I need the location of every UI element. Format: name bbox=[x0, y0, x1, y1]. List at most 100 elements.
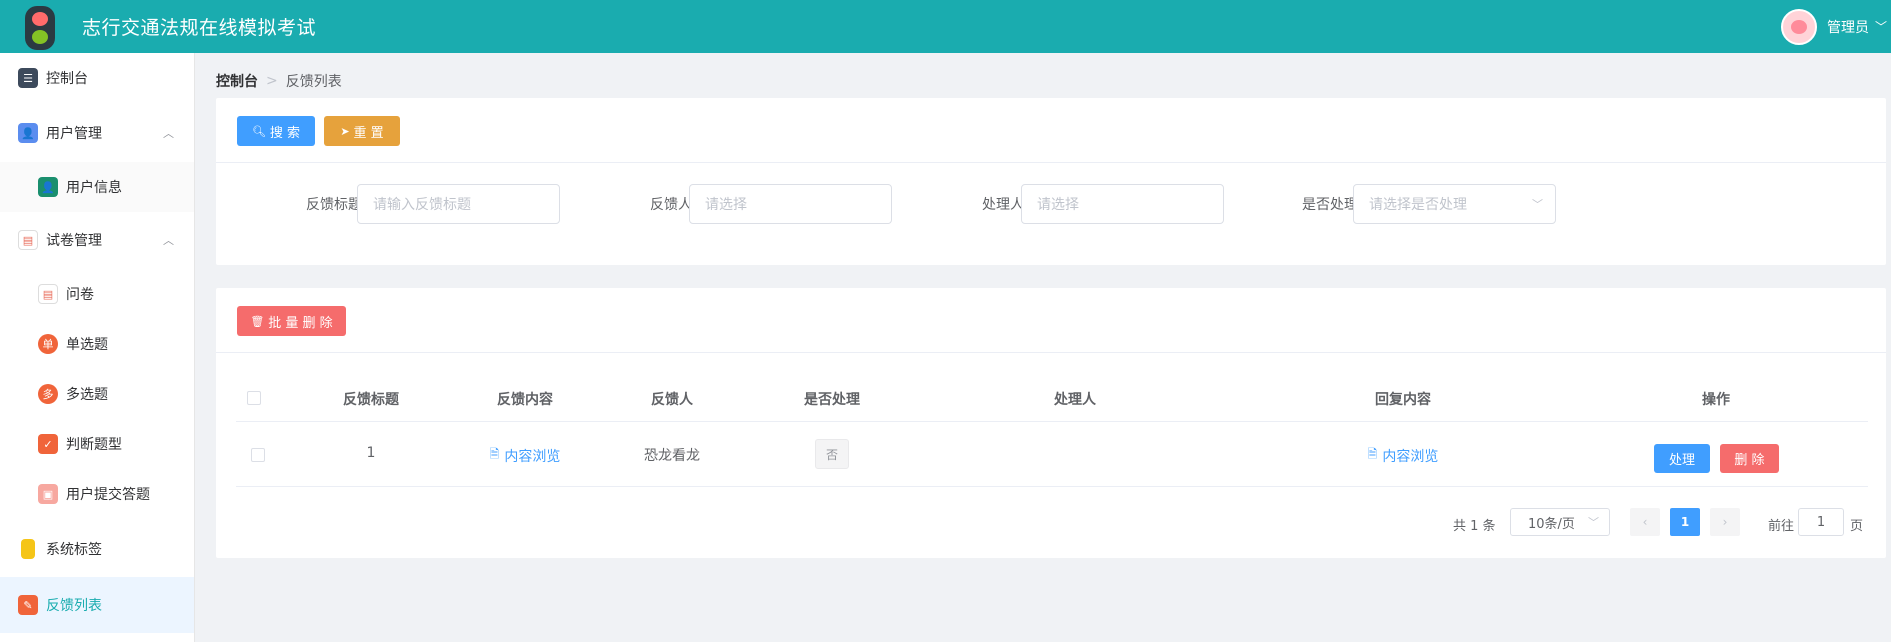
handled-status-label: 是否处理 bbox=[1302, 197, 1358, 213]
status-badge: 否 bbox=[815, 439, 849, 469]
row-checkbox[interactable] bbox=[251, 448, 265, 462]
sidebar-item-label: 多选题 bbox=[66, 387, 108, 403]
process-button[interactable]: 处理 bbox=[1654, 444, 1710, 473]
traffic-light-logo-icon bbox=[24, 5, 56, 50]
prev-page-button[interactable]: ‹ bbox=[1630, 508, 1660, 536]
submitter-select[interactable]: 请选择 bbox=[689, 184, 892, 224]
handled-status-select[interactable]: 请选择是否处理 ﹀ bbox=[1353, 184, 1556, 224]
sidebar-item-label: 问卷 bbox=[66, 287, 94, 303]
sidebar-item-questionnaire[interactable]: ▤ 问卷 bbox=[0, 269, 194, 319]
sidebar-item-label: 反馈列表 bbox=[46, 598, 102, 614]
select-all-checkbox[interactable] bbox=[247, 391, 261, 405]
sidebar-item-label: 用户提交答题 bbox=[66, 487, 150, 503]
breadcrumb-current: 反馈列表 bbox=[285, 74, 342, 90]
goto-prefix: 前往 bbox=[1768, 519, 1795, 534]
pagination-total: 共 1 条 bbox=[1453, 519, 1496, 534]
goto-suffix: 页 bbox=[1850, 519, 1864, 534]
submit-icon: ▣ bbox=[38, 484, 58, 504]
sidebar-item-label: 试卷管理 bbox=[46, 233, 102, 249]
sidebar-item-judge[interactable]: ✓ 判断题型 bbox=[0, 419, 194, 469]
submitter-placeholder: 请选择 bbox=[705, 197, 747, 213]
document-icon: 🗎 bbox=[489, 447, 500, 461]
tag-icon bbox=[21, 539, 35, 559]
user-card-icon: 👤 bbox=[38, 177, 58, 197]
top-header: 志行交通法规在线模拟考试 管理员 ﹀ bbox=[0, 0, 1891, 53]
handler-label: 处理人 bbox=[982, 197, 1024, 213]
reset-button[interactable]: ➤ 重 置 bbox=[324, 116, 400, 146]
trash-icon: 🗑︎ bbox=[250, 314, 265, 328]
submitter-label: 反馈人 bbox=[650, 197, 692, 213]
page-size-value: 10条/页 bbox=[1528, 516, 1575, 532]
column-header: 反馈内容 bbox=[497, 392, 553, 408]
column-header: 是否处理 bbox=[804, 392, 860, 408]
chevron-up-icon: ︿ bbox=[163, 234, 174, 247]
multi-choice-icon: 多 bbox=[38, 384, 58, 404]
content-view-label: 内容浏览 bbox=[504, 448, 561, 465]
judge-icon: ✓ bbox=[38, 434, 58, 454]
app-title: 志行交通法规在线模拟考试 bbox=[82, 17, 317, 39]
feedback-title-placeholder: 请输入反馈标题 bbox=[373, 197, 471, 213]
content-view-link[interactable]: 🗎 内容浏览 bbox=[460, 445, 590, 466]
breadcrumb-home[interactable]: 控制台 bbox=[216, 71, 258, 91]
sidebar-item-label: 判断题型 bbox=[66, 437, 122, 453]
next-page-button[interactable]: › bbox=[1710, 508, 1740, 536]
goto-page-input[interactable]: 1 bbox=[1798, 508, 1844, 536]
avatar[interactable] bbox=[1780, 8, 1817, 45]
batch-delete-label: 批 量 删 除 bbox=[268, 315, 333, 331]
send-icon: ➤ bbox=[340, 124, 350, 138]
feedback-title-input[interactable]: 请输入反馈标题 bbox=[357, 184, 560, 224]
divider bbox=[216, 352, 1886, 353]
search-icon: 🔍︎ bbox=[251, 124, 266, 138]
sidebar-item-system-tags[interactable]: 系统标签 bbox=[0, 524, 194, 574]
reply-view-link[interactable]: 🗎 内容浏览 bbox=[1338, 445, 1468, 466]
single-choice-icon: 单 bbox=[38, 334, 58, 354]
column-header: 操作 bbox=[1702, 392, 1730, 408]
breadcrumb: 控制台 > 反馈列表 bbox=[216, 71, 342, 91]
sidebar-item-dashboard[interactable]: ☰ 控制台 bbox=[0, 53, 194, 103]
batch-delete-button[interactable]: 🗑︎ 批 量 删 除 bbox=[237, 306, 346, 336]
divider bbox=[216, 162, 1886, 163]
chevron-down-icon: ﹀ bbox=[1532, 198, 1543, 211]
sidebar-item-user-submissions[interactable]: ▣ 用户提交答题 bbox=[0, 469, 194, 519]
cell-submitter: 恐龙看龙 bbox=[644, 448, 700, 464]
search-button-label: 搜 索 bbox=[269, 125, 301, 141]
sidebar-item-user-management[interactable]: 👤 用户管理 ︿ bbox=[0, 108, 194, 158]
dashboard-icon: ☰ bbox=[18, 68, 38, 88]
sidebar-item-multi-choice[interactable]: 多 多选题 bbox=[0, 369, 194, 419]
sidebar-item-single-choice[interactable]: 单 单选题 bbox=[0, 319, 194, 369]
chevron-down-icon[interactable]: ﹀ bbox=[1875, 18, 1887, 35]
sidebar-item-feedback-list[interactable]: ✎ 反馈列表 bbox=[0, 577, 194, 633]
handler-placeholder: 请选择 bbox=[1037, 197, 1079, 213]
reply-view-label: 内容浏览 bbox=[1382, 448, 1439, 465]
chevron-down-icon: ﹀ bbox=[1588, 516, 1599, 529]
delete-button[interactable]: 删 除 bbox=[1720, 444, 1779, 473]
feedback-title-label: 反馈标题 bbox=[306, 197, 362, 213]
table-row-divider bbox=[236, 486, 1868, 487]
search-panel: 🔍︎ 搜 索 ➤ 重 置 反馈标题 请输入反馈标题 反馈人 请选择 处理人 请选… bbox=[216, 98, 1886, 265]
sidebar-item-label: 单选题 bbox=[66, 337, 108, 353]
reset-button-label: 重 置 bbox=[353, 125, 384, 141]
column-header: 回复内容 bbox=[1375, 392, 1431, 408]
sidebar-item-label: 用户管理 bbox=[46, 126, 102, 142]
page-size-select[interactable]: 10条/页 ﹀ bbox=[1510, 508, 1610, 536]
feedback-icon: ✎ bbox=[18, 595, 38, 615]
paper-icon: ▤ bbox=[18, 230, 38, 250]
sidebar-item-label: 控制台 bbox=[46, 71, 88, 87]
page-number-button[interactable]: 1 bbox=[1670, 508, 1700, 536]
user-name[interactable]: 管理员 bbox=[1827, 17, 1869, 37]
handler-select[interactable]: 请选择 bbox=[1021, 184, 1224, 224]
handled-status-placeholder: 请选择是否处理 bbox=[1369, 197, 1467, 213]
sidebar: ☰ 控制台 👤 用户管理 ︿ 👤 用户信息 ▤ 试卷管理 ︿ ▤ 问卷 单 单选… bbox=[0, 53, 195, 642]
sidebar-item-paper-management[interactable]: ▤ 试卷管理 ︿ bbox=[0, 215, 194, 265]
column-header: 处理人 bbox=[1054, 392, 1096, 408]
sidebar-item-user-info[interactable]: 👤 用户信息 bbox=[0, 162, 194, 212]
sidebar-item-label: 用户信息 bbox=[66, 180, 122, 196]
chevron-up-icon: ︿ bbox=[163, 127, 174, 140]
user-menu[interactable]: 管理员 ﹀ bbox=[1780, 0, 1891, 53]
column-header: 反馈人 bbox=[651, 392, 693, 408]
table-header-divider bbox=[236, 421, 1868, 422]
document-icon: 🗎 bbox=[1367, 447, 1378, 461]
search-button[interactable]: 🔍︎ 搜 索 bbox=[237, 116, 315, 146]
user-group-icon: 👤 bbox=[18, 123, 38, 143]
column-header: 反馈标题 bbox=[343, 392, 399, 408]
